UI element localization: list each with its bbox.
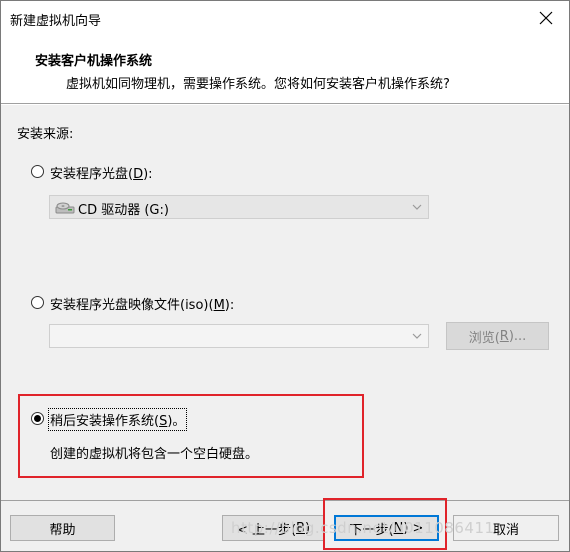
wizard-window: 新建虚拟机向导 安装客户机操作系统 虚拟机如同物理机，需要操作系统。您将如何安装… (0, 0, 570, 552)
close-icon (539, 11, 553, 25)
chevron-down-icon (412, 333, 422, 339)
radio-button-selected[interactable] (31, 412, 44, 425)
disc-drive-value: CD 驱动器 (G:) (78, 203, 169, 218)
radio-iso-image[interactable]: 安装程序光盘映像文件(iso)(M): (31, 294, 271, 313)
radio-install-disc[interactable]: 安装程序光盘(D): (31, 163, 191, 182)
back-button[interactable]: < 上一步(B) (222, 515, 325, 541)
highlight-box-option (18, 394, 364, 478)
radio-button[interactable] (31, 165, 44, 178)
chevron-down-icon (412, 204, 422, 210)
cancel-button[interactable]: 取消 (453, 515, 559, 541)
window-title: 新建虚拟机向导 (10, 14, 102, 29)
radio-install-disc-label: 安装程序光盘(D): (50, 167, 153, 182)
radio-iso-image-label: 安装程序光盘映像文件(iso)(M): (50, 298, 235, 313)
browse-button[interactable]: 浏览(R)... (446, 322, 549, 350)
iso-path-combo[interactable] (49, 324, 429, 348)
next-button[interactable]: 下一步(N) > (334, 515, 439, 541)
help-button[interactable]: 帮助 (10, 515, 115, 541)
install-later-description: 创建的虚拟机将包含一个空白硬盘。 (50, 447, 259, 462)
disc-drive-select[interactable]: CD 驱动器 (G:) (49, 195, 429, 219)
radio-install-later[interactable]: 稍后安装操作系统(S)。 (31, 408, 231, 431)
wizard-footer: 帮助 < 上一步(B) 下一步(N) > 取消 (1, 501, 569, 551)
cd-drive-icon (55, 202, 75, 214)
wizard-header: 安装客户机操作系统 虚拟机如同物理机，需要操作系统。您将如何安装客户机操作系统? (1, 36, 569, 102)
radio-button[interactable] (31, 296, 44, 309)
page-title: 安装客户机操作系统 (35, 54, 153, 69)
close-button[interactable] (529, 5, 563, 31)
radio-install-later-label: 稍后安装操作系统(S)。 (47, 408, 188, 431)
install-source-label: 安装来源: (17, 127, 74, 142)
wizard-body: 安装来源: 安装程序光盘(D): CD 驱动器 (G:) 安装程序光盘映像文件(… (1, 105, 569, 501)
page-subtitle: 虚拟机如同物理机，需要操作系统。您将如何安装客户机操作系统? (66, 77, 450, 92)
title-bar: 新建虚拟机向导 (1, 1, 569, 36)
